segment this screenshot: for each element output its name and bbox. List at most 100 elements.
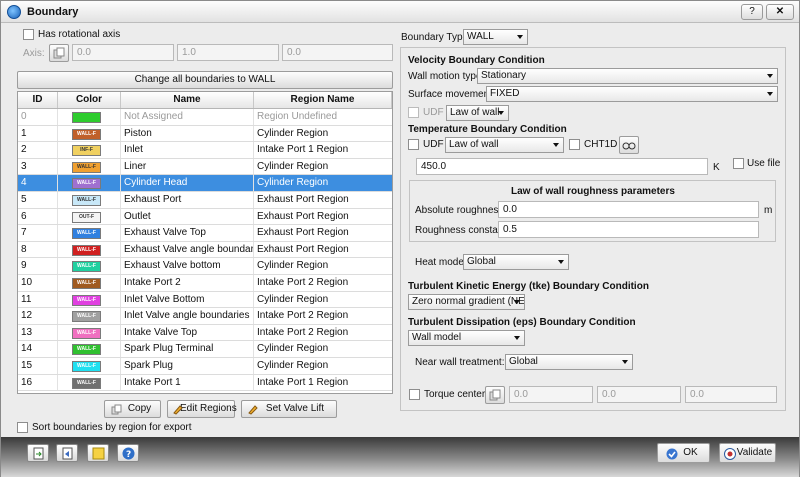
wall-motion-select[interactable]: Stationary xyxy=(477,68,778,84)
table-row[interactable]: 5 WALL-F Exhaust Port Exhaust Port Region xyxy=(18,192,392,209)
app-logo-icon xyxy=(7,5,21,19)
color-swatch[interactable]: WALL-F xyxy=(72,361,101,372)
cht1d-checkbox[interactable] xyxy=(569,139,580,150)
near-wall-select[interactable]: Global xyxy=(505,354,633,370)
axis-z-field[interactable]: 0.0 xyxy=(282,44,393,61)
svg-text:?: ? xyxy=(126,450,131,460)
header-region[interactable]: Region Name xyxy=(254,92,392,108)
temperature-value-field[interactable]: 450.0 xyxy=(416,158,708,175)
notes-button[interactable] xyxy=(87,444,109,462)
heat-model-select[interactable]: Global xyxy=(463,254,569,270)
cht1d-settings-button[interactable] xyxy=(619,136,639,154)
table-row[interactable]: 12 WALL-F Inlet Valve angle boundaries Inta… xyxy=(18,308,392,325)
table-row[interactable]: 15 WALL-F Spark Plug Cylinder Region xyxy=(18,358,392,375)
row-id: 8 xyxy=(18,241,58,258)
temperature-law-select[interactable]: Law of wall xyxy=(445,137,564,153)
surface-movement-select[interactable]: FIXED xyxy=(486,86,778,102)
rotational-axis-checkbox[interactable] xyxy=(23,29,34,40)
table-row[interactable]: 8 WALL-F Exhaust Valve angle boundaries Exh… xyxy=(18,241,392,259)
row-region: Cylinder Region xyxy=(257,260,329,272)
tke-select[interactable]: Zero normal gradient (NE) xyxy=(408,294,525,310)
header-color[interactable]: Color xyxy=(58,92,121,108)
row-id: 0 xyxy=(18,109,58,125)
color-swatch[interactable]: WALL-F xyxy=(72,244,101,256)
color-swatch[interactable]: WALL-F xyxy=(72,278,101,289)
color-swatch[interactable]: WALL-F xyxy=(72,128,101,140)
table-row[interactable]: 3 WALL-F Liner Cylinder Region xyxy=(18,158,392,176)
table-row[interactable]: 0 Not Assigned Region Undefined xyxy=(18,109,392,126)
table-row[interactable]: 7 WALL-F Exhaust Valve Top Exhaust Port Reg… xyxy=(18,225,392,242)
table-row[interactable]: 1 WALL-F Piston Cylinder Region xyxy=(18,125,392,143)
table-row[interactable]: 14 WALL-F Spark Plug Terminal Cylinder Regi… xyxy=(18,341,392,358)
validate-button[interactable]: Validate xyxy=(719,443,776,463)
copy-button[interactable]: Copy xyxy=(104,400,161,418)
axis-x-field[interactable]: 0.0 xyxy=(72,44,174,61)
color-swatch[interactable]: WALL-F xyxy=(72,377,101,389)
torque-pick-button[interactable] xyxy=(485,386,505,404)
temperature-udf-checkbox[interactable] xyxy=(408,139,419,150)
sort-by-region-checkbox[interactable] xyxy=(17,422,28,433)
row-name: Intake Valve Top xyxy=(121,324,254,341)
row-color: WALL-F xyxy=(58,258,121,274)
set-valve-lift-button[interactable]: Set Valve Lift xyxy=(241,400,337,418)
info-button[interactable]: ? xyxy=(117,444,139,462)
color-swatch[interactable]: OUT-F xyxy=(72,211,101,223)
color-swatch[interactable]: WALL-F xyxy=(72,161,101,173)
color-swatch[interactable]: WALL-F xyxy=(72,311,101,323)
row-name: Exhaust Valve Top xyxy=(121,225,254,241)
table-row[interactable]: 6 OUT-F Outlet Exhaust Port Region xyxy=(18,208,392,226)
torque-y-field[interactable]: 0.0 xyxy=(597,386,681,403)
row-name: Intake Port 1 xyxy=(121,374,254,391)
header-name[interactable]: Name xyxy=(121,92,254,108)
use-file-checkbox[interactable] xyxy=(733,158,744,169)
color-swatch[interactable]: WALL-F xyxy=(72,228,101,240)
copy-icon xyxy=(489,389,501,401)
velocity-udf-checkbox[interactable] xyxy=(408,107,419,118)
table-row[interactable]: 2 INF-F Inlet Intake Port 1 Region xyxy=(18,142,392,159)
heat-model-label: Heat model: xyxy=(415,257,469,268)
color-swatch[interactable]: WALL-F xyxy=(72,344,101,356)
temperature-udf-label: UDF xyxy=(423,139,444,150)
color-swatch[interactable]: WALL-F xyxy=(72,195,101,206)
close-button[interactable]: ✕ xyxy=(766,4,794,20)
copy-label: Copy xyxy=(127,403,152,414)
velocity-udf-label: UDF xyxy=(423,107,444,118)
table-row[interactable]: 16 WALL-F Intake Port 1 Intake Port 1 Regio… xyxy=(18,374,392,392)
torque-center-checkbox[interactable] xyxy=(409,389,420,400)
pencil-icon xyxy=(248,405,258,415)
torque-z-field[interactable]: 0.0 xyxy=(685,386,777,403)
row-name: Inlet Valve Bottom xyxy=(121,291,254,308)
table-row[interactable]: 11 WALL-F Inlet Valve Bottom Cylinder Regio… xyxy=(18,291,392,309)
table-row[interactable]: 9 WALL-F Exhaust Valve bottom Cylinder Regi… xyxy=(18,258,392,275)
table-row[interactable]: 4 WALL-F Cylinder Head Cylinder Region xyxy=(18,175,392,192)
header-id[interactable]: ID xyxy=(18,92,58,108)
edit-regions-button[interactable]: Edit Regions xyxy=(167,400,237,418)
axis-y-field[interactable]: 1.0 xyxy=(177,44,279,61)
color-swatch[interactable]: WALL-F xyxy=(72,178,101,190)
export-button[interactable] xyxy=(56,444,78,462)
import-button[interactable] xyxy=(27,444,49,462)
boundary-type-select[interactable]: WALL xyxy=(463,29,528,45)
torque-x-field[interactable]: 0.0 xyxy=(509,386,593,403)
axis-pick-button[interactable] xyxy=(49,44,69,62)
color-swatch[interactable]: WALL-F xyxy=(72,294,101,306)
table-row[interactable]: 13 WALL-F Intake Valve Top Intake Port 2 Re… xyxy=(18,324,392,342)
roughness-constant-field[interactable]: 0.5 xyxy=(498,221,759,238)
velocity-law-select[interactable]: Law of wall xyxy=(446,105,509,121)
table-row[interactable]: 10 WALL-F Intake Port 2 Intake Port 2 Regio… xyxy=(18,275,392,292)
change-all-wall-button[interactable]: Change all boundaries to WALL xyxy=(17,71,393,89)
ok-button[interactable]: OK xyxy=(657,443,710,463)
color-swatch[interactable]: WALL-F xyxy=(72,327,101,339)
use-file-label: Use file xyxy=(747,158,781,169)
color-swatch[interactable] xyxy=(72,112,101,123)
absolute-roughness-field[interactable]: 0.0 xyxy=(498,201,759,218)
eps-select[interactable]: Wall model xyxy=(408,330,525,346)
color-swatch[interactable]: WALL-F xyxy=(72,261,101,273)
row-region: Exhaust Port Region xyxy=(257,210,349,222)
row-region: Cylinder Region xyxy=(257,293,329,305)
help-button[interactable]: ? xyxy=(741,4,763,20)
row-color: WALL-F xyxy=(58,341,121,357)
window-title: Boundary xyxy=(27,6,79,18)
color-swatch[interactable]: INF-F xyxy=(72,145,101,157)
row-name: Exhaust Port xyxy=(121,192,254,208)
